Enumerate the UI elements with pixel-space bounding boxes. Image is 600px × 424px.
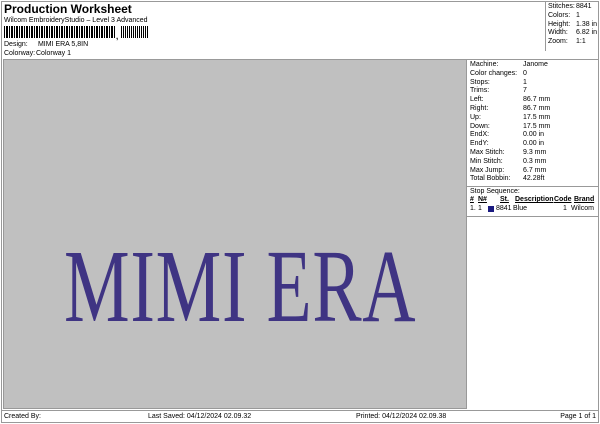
- col-header: #: [470, 196, 474, 204]
- divider: [467, 216, 599, 218]
- stat-row: Colors: 1: [548, 12, 597, 21]
- spec-label: Color changes:: [470, 69, 518, 77]
- spec-label: Max Jump:: [470, 166, 505, 174]
- spec-row: Max Jump: 6.7 mm: [470, 167, 596, 176]
- spec-label: Down:: [470, 122, 490, 130]
- spec-row: Max Stitch: 9.3 mm: [470, 149, 596, 158]
- thread-code: 1: [563, 205, 567, 213]
- spec-row: Right: 86.7 mm: [470, 105, 596, 114]
- page-number: Page 1 of 1: [560, 413, 596, 420]
- embroidery-design-text: MIMI ERA: [64, 229, 417, 344]
- page-title: Production Worksheet: [4, 2, 132, 16]
- col-header: Description: [515, 196, 554, 204]
- design-label: Design:: [4, 41, 28, 48]
- created-by: Created By:: [4, 413, 41, 420]
- spec-label: Left:: [470, 96, 484, 104]
- spec-row: Min Stitch: 0.3 mm: [470, 158, 596, 167]
- stat-value: 6.82 in: [576, 29, 598, 37]
- spec-value: 1: [523, 78, 527, 86]
- stop-num: 1.: [470, 205, 476, 213]
- spec-value: 0.00 in: [523, 140, 545, 148]
- stats-box: Stitches:8841 Colors: 1 Height: 1.38 in Wi…: [545, 1, 599, 51]
- table-row: 1. 1 8841 Blue 1 Wilcom: [470, 204, 596, 213]
- stitch-count: 8841: [496, 205, 512, 213]
- stat-label: Colors:: [548, 11, 571, 19]
- spec-row: Down: 17.5 mm: [470, 123, 596, 132]
- barcode-separator: ,: [116, 32, 119, 41]
- stat-row: Width: 6.82 in: [548, 29, 597, 38]
- spec-label: EndX:: [470, 131, 490, 139]
- footer: Created By: Last Saved: 04/12/2024 02.09…: [1, 410, 599, 422]
- stat-value: 8841: [576, 3, 592, 10]
- spec-label: Total Bobbin:: [470, 175, 511, 183]
- needle-num: 1: [478, 205, 482, 213]
- thread-description: Blue: [513, 205, 528, 213]
- stat-value: 1:1: [576, 38, 586, 46]
- spec-label: Min Stitch:: [470, 157, 503, 165]
- spec-row: EndY: 0.00 in: [470, 140, 596, 149]
- spec-value: 86.7 mm: [523, 104, 551, 112]
- barcode-suffix: [121, 26, 149, 38]
- design-value: MIMI ERA 5,8IN: [37, 41, 89, 48]
- spec-label: Trims:: [470, 87, 490, 95]
- stat-value: 1.38 in: [576, 20, 598, 28]
- spec-value: 7: [523, 87, 527, 95]
- spec-label: Stops:: [470, 78, 490, 86]
- spec-value: 0.3 mm: [523, 157, 547, 165]
- thread-swatch: [488, 205, 494, 212]
- spec-value: 86.7 mm: [523, 96, 551, 104]
- spec-row: Machine: Janome: [470, 61, 596, 70]
- spec-label: Up:: [470, 113, 481, 121]
- stat-row: Zoom: 1:1: [548, 38, 597, 47]
- spec-value: 17.5 mm: [523, 122, 551, 130]
- colorway-value: Colorway 1: [36, 50, 72, 57]
- spec-row: Left: 86.7 mm: [470, 96, 596, 105]
- stat-row: Stitches:8841: [548, 3, 597, 12]
- last-saved: Last Saved: 04/12/2024 02.09.32: [148, 413, 252, 420]
- software-name: Wilcom EmbroideryStudio – Level 3 Advanc…: [4, 17, 148, 24]
- stat-label: Width:: [548, 29, 568, 37]
- barcode: [4, 26, 116, 38]
- spec-row: Up: 17.5 mm: [470, 114, 596, 123]
- spec-value: 9.3 mm: [523, 148, 547, 156]
- stop-sequence-header: # N# St. Description Code Brand: [470, 195, 596, 204]
- spec-label: EndY:: [470, 140, 489, 148]
- spec-row: EndX: 0.00 in: [470, 131, 596, 140]
- stat-value: 1: [576, 11, 580, 19]
- colorway-label: Colorway:: [4, 50, 36, 57]
- machine-info-panel: Machine: Janome Color changes: 0 Stops: 1 Trim…: [467, 59, 599, 409]
- spec-value: 42.28ft: [523, 175, 545, 183]
- spec-label: Max Stitch:: [470, 148, 505, 156]
- thread-brand: Wilcom: [571, 205, 594, 213]
- design-row: Design: MIMI ERA 5,8IN: [4, 41, 88, 48]
- spec-row: Total Bobbin: 42.28ft: [470, 175, 596, 184]
- spec-value: Janome: [523, 61, 548, 68]
- col-header: St.: [500, 196, 509, 204]
- stop-sequence: Stop Sequence: # N# St. Description Code…: [467, 186, 599, 214]
- spec-value: 0.00 in: [523, 131, 545, 139]
- spec-value: 6.7 mm: [523, 166, 547, 174]
- spec-label: Machine:: [470, 61, 499, 68]
- printed-date: Printed: 04/12/2024 02.09.38: [356, 413, 447, 420]
- spec-list: Machine: Janome Color changes: 0 Stops: 1 Trim…: [467, 60, 599, 185]
- spec-row: Color changes: 0: [470, 70, 596, 79]
- stat-label: Stitches:: [548, 3, 575, 10]
- stat-label: Zoom:: [548, 38, 568, 46]
- col-header: N#: [478, 196, 487, 204]
- spec-label: Right:: [470, 104, 489, 112]
- design-canvas: MIMI ERA: [3, 59, 467, 409]
- stop-sequence-title: Stop Sequence:: [470, 188, 520, 196]
- stat-label: Height:: [548, 20, 571, 28]
- spec-row: Stops: 1: [470, 79, 596, 88]
- col-header: Brand: [574, 196, 595, 204]
- stat-row: Height: 1.38 in: [548, 21, 597, 30]
- spec-value: 17.5 mm: [523, 113, 551, 121]
- col-header: Code: [554, 196, 572, 204]
- colorway-row: Colorway:Colorway 1: [4, 50, 71, 57]
- spec-row: Trims: 7: [470, 87, 596, 96]
- spec-value: 0: [523, 69, 527, 77]
